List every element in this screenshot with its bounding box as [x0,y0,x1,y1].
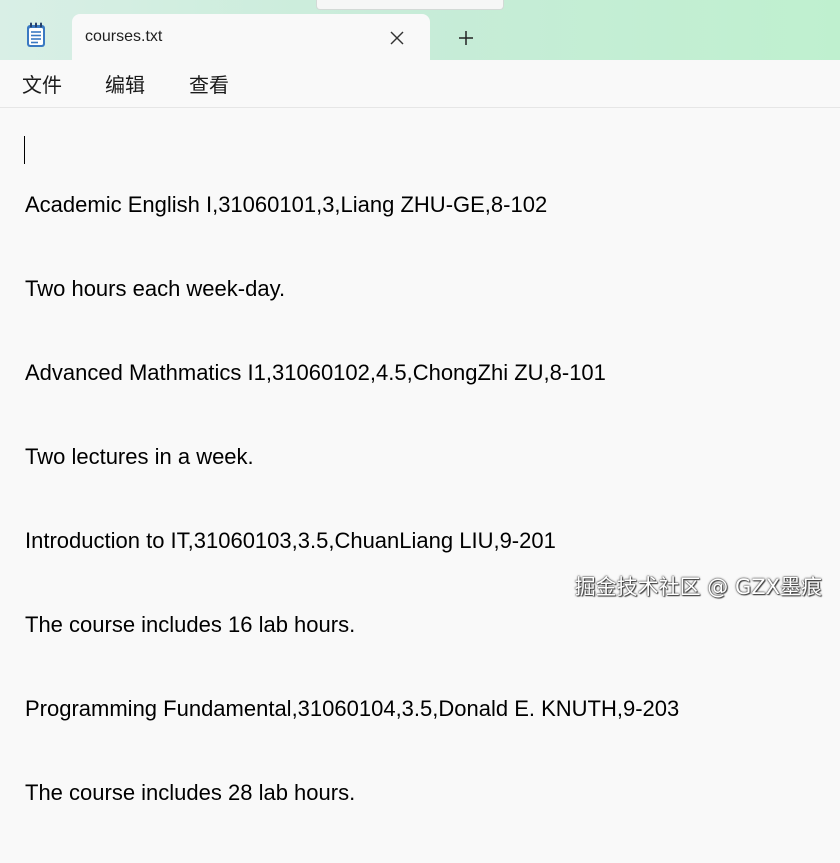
menu-edit[interactable]: 编辑 [105,73,145,97]
editor-content[interactable]: Academic English I,31060101,3,Liang ZHU-… [25,135,679,863]
tab-courses-txt[interactable]: courses.txt [72,14,430,60]
close-icon[interactable] [386,27,408,49]
notepad-icon[interactable] [26,22,46,48]
editor-line: Introduction to IT,31060103,3.5,ChuanLia… [25,528,556,553]
text-editor[interactable]: Academic English I,31060101,3,Liang ZHU-… [0,108,840,805]
menu-file[interactable]: 文件 [22,73,62,97]
editor-line: Advanced Mathmatics I1,31060102,4.5,Chon… [25,360,606,385]
title-bar: courses.txt [0,0,840,60]
editor-line: The course includes 28 lab hours. [25,780,356,805]
plus-icon[interactable] [454,26,478,50]
editor-line: Two lectures in a week. [25,444,254,469]
editor-line: Academic English I,31060101,3,Liang ZHU-… [25,192,548,217]
watermark: 掘金技术社区 @ GZX墨痕 [574,575,822,599]
editor-line: Programming Fundamental,31060104,3.5,Don… [25,696,680,721]
menu-bar: 文件 编辑 查看 [0,60,840,108]
tab-title: courses.txt [85,28,163,45]
menu-view[interactable]: 查看 [189,73,229,97]
editor-line: The course includes 16 lab hours. [25,612,356,637]
editor-line: Two hours each week-day. [25,276,286,301]
title-bar-drag-strip [316,0,504,10]
